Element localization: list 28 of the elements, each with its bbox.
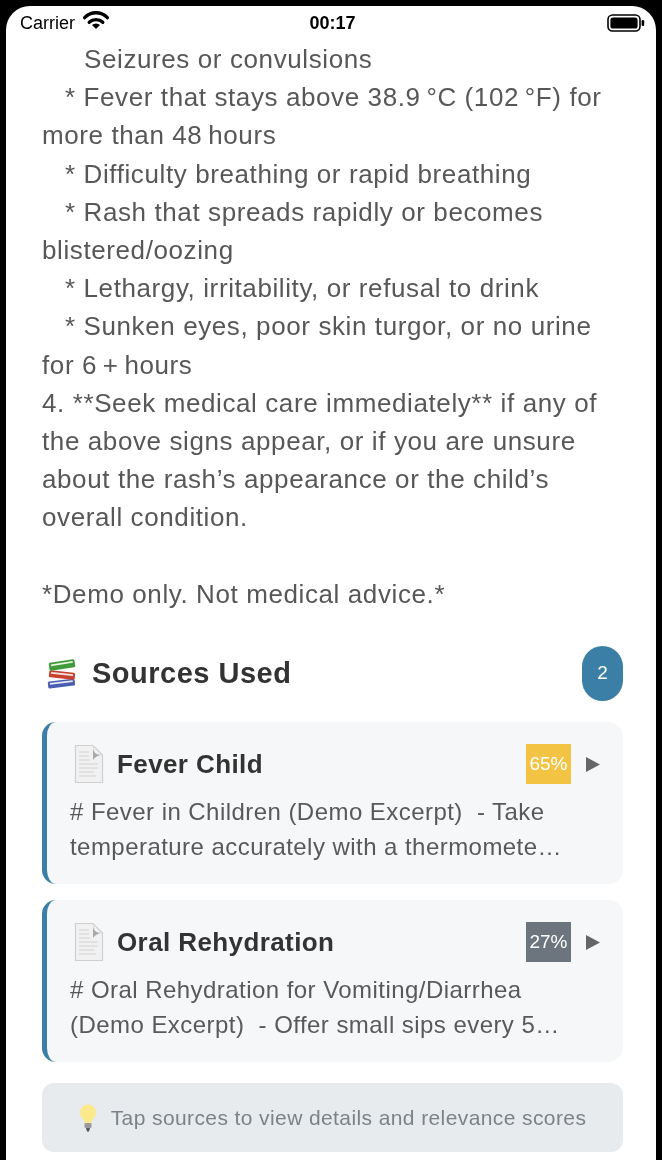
wifi-icon — [80, 10, 112, 30]
relevance-badge: 65% — [526, 744, 571, 785]
excerpt-text: # Oral Rehydration for Vomiting/Diarrhea (Demo Excerpt) - Offer small sips every 5… — [70, 975, 561, 1041]
list-item-text: * Difficulty breathing or rapid breathing — [64, 157, 533, 191]
list-item-text: * Sunken eyes, poor skin turgor, or no urine for 6 + hours — [42, 310, 593, 382]
tip-text: Tap sources to view details and relevance scores — [110, 1105, 587, 1130]
clock-text: 00:17 — [309, 12, 356, 34]
expand-arrow-icon[interactable] — [586, 934, 600, 950]
list-item-text: * Lethargy, irritability, or refusal to drink — [64, 272, 540, 306]
source-card[interactable]: Oral Rehydration 27% # Oral Rehydration for Vomiting/Diarrhea (Demo Excerpt) - Offer small sips every 5… — [42, 900, 623, 1063]
source-title: Fever Child — [117, 748, 263, 780]
expand-arrow-icon[interactable] — [586, 756, 600, 772]
relevance-badge: 27% — [526, 922, 571, 963]
list-item-text: * Rash that spreads rapidly or becomes blistered/oozing — [42, 195, 545, 267]
list-item-text: Seizures or convulsions — [83, 43, 374, 76]
excerpt-text: # Fever in Children (Demo Excerpt) - Take temperature accurately with a thermomete… — [70, 797, 563, 863]
document-icon — [74, 744, 104, 785]
battery-icon — [607, 14, 645, 32]
disclaimer-text: *Demo only. Not medical advice.* — [42, 577, 447, 611]
list-item-text: * Fever that stays above 38.9 °C (102 °F) for more than 48 hours — [42, 81, 603, 153]
lightbulb-icon — [78, 1103, 97, 1132]
carrier-text: Carrier — [20, 12, 75, 34]
source-title: Oral Rehydration — [117, 926, 335, 958]
document-icon — [74, 922, 104, 963]
source-card[interactable]: Fever Child 65% # Fever in Children (Demo Excerpt) - Take temperature accurately with a thermomete… — [42, 722, 623, 885]
count-badge: 2 — [582, 645, 623, 701]
list-item-text: 4. **Seek medical care immediately** if any of the above signs appear, or if you are unsure about the rash’s appearance or the child’s overall condition. — [42, 386, 599, 535]
section-title: Sources Used — [92, 656, 292, 690]
